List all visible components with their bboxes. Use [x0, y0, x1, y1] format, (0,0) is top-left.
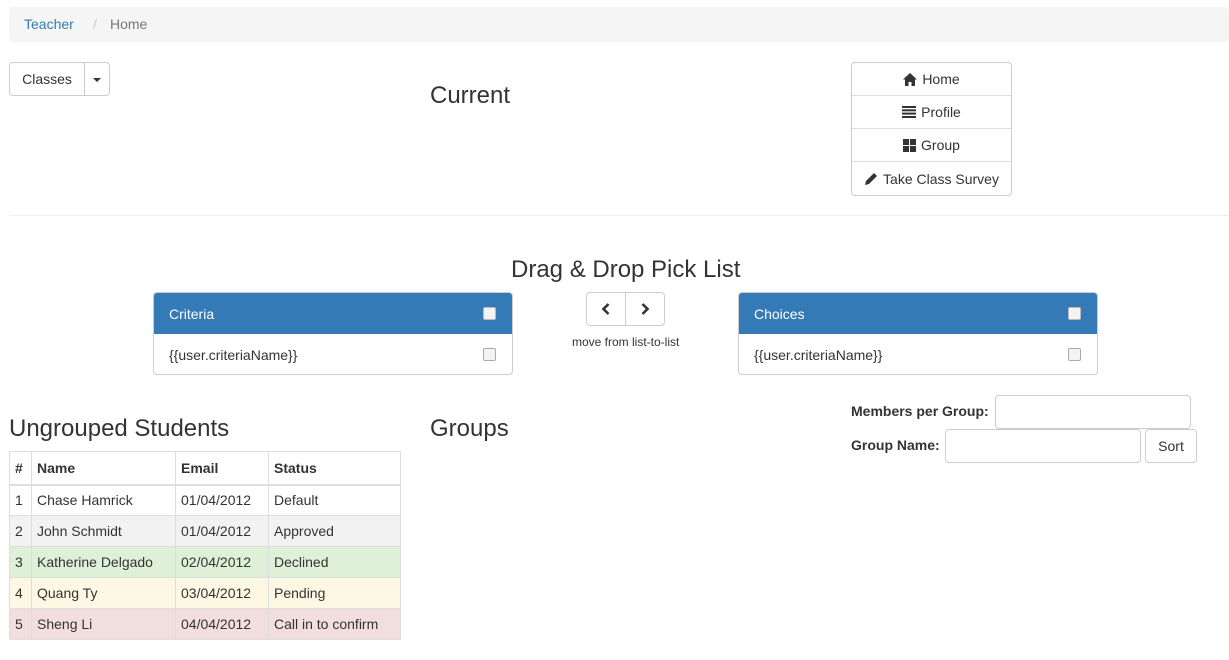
criteria-item-label: {{user.criteriaName}} — [169, 347, 298, 363]
criteria-panel: Criteria {{user.criteriaName}} — [153, 292, 513, 375]
row-status: Declined — [268, 546, 401, 578]
group-name-label: Group Name: — [851, 437, 940, 453]
row-email: 01/04/2012 — [175, 515, 269, 547]
choices-item-checkbox[interactable] — [1068, 348, 1081, 361]
ungrouped-students-table: # Name Email Status 1 Chase Hamrick 01/0… — [9, 451, 401, 640]
table-row[interactable]: 2 John Schmidt 01/04/2012 Approved — [9, 515, 401, 547]
group-name-input[interactable] — [945, 429, 1141, 463]
row-name: Chase Hamrick — [31, 484, 176, 516]
move-left-button[interactable] — [586, 292, 626, 326]
breadcrumb-current: Home — [110, 16, 148, 32]
choices-panel: Choices {{user.criteriaName}} — [738, 292, 1098, 375]
nav-item-label: Profile — [921, 104, 961, 120]
breadcrumb: Teacher / Home — [9, 7, 1229, 42]
nav-item-group[interactable]: Group — [852, 129, 1011, 162]
move-label: move from list-to-list — [572, 335, 680, 349]
nav-item-take-class-survey[interactable]: Take Class Survey — [852, 162, 1011, 195]
nav-list: Home Profile Group Take Class Survey — [851, 62, 1012, 196]
row-email: 04/04/2012 — [175, 608, 269, 640]
classes-dropdown-toggle[interactable] — [85, 62, 110, 96]
list-icon — [902, 106, 917, 118]
chevron-right-icon — [641, 303, 650, 315]
home-icon — [903, 72, 918, 86]
row-status: Default — [268, 484, 401, 516]
row-name: Katherine Delgado — [31, 546, 176, 578]
nav-item-profile[interactable]: Profile — [852, 96, 1011, 129]
chevron-left-icon — [601, 303, 610, 315]
sort-button[interactable]: Sort — [1145, 429, 1197, 463]
groups-heading: Groups — [430, 415, 509, 442]
row-status: Pending — [268, 577, 401, 609]
ungrouped-students-heading: Ungrouped Students — [9, 415, 230, 442]
breadcrumb-separator: / — [93, 16, 97, 32]
row-email: 03/04/2012 — [175, 577, 269, 609]
choices-panel-title: Choices — [754, 306, 805, 322]
choices-list-item[interactable]: {{user.criteriaName}} — [739, 334, 1097, 374]
row-name: Sheng Li — [31, 608, 176, 640]
criteria-select-all-checkbox[interactable] — [483, 307, 496, 320]
row-number: 4 — [9, 577, 32, 609]
column-header-email[interactable]: Email — [175, 451, 269, 486]
criteria-list-item[interactable]: {{user.criteriaName}} — [154, 334, 512, 374]
criteria-panel-header: Criteria — [154, 293, 512, 334]
criteria-panel-title: Criteria — [169, 306, 215, 322]
nav-item-home[interactable]: Home — [852, 63, 1011, 96]
caret-down-icon — [93, 78, 101, 82]
move-right-button[interactable] — [625, 292, 665, 326]
members-per-group-label: Members per Group: — [851, 403, 989, 419]
table-row[interactable]: 3 Katherine Delgado 02/04/2012 Declined — [9, 546, 401, 578]
row-email: 01/04/2012 — [175, 484, 269, 516]
table-row[interactable]: 5 Sheng Li 04/04/2012 Call in to confirm — [9, 608, 401, 640]
row-number: 5 — [9, 608, 32, 640]
members-per-group-input[interactable] — [995, 395, 1191, 429]
grid-icon — [903, 138, 917, 152]
criteria-item-checkbox[interactable] — [483, 348, 496, 361]
table-row[interactable]: 4 Quang Ty 03/04/2012 Pending — [9, 577, 401, 609]
column-header-number[interactable]: # — [9, 451, 32, 486]
pencil-icon — [865, 172, 878, 185]
row-name: John Schmidt — [31, 515, 176, 547]
row-number: 2 — [9, 515, 32, 547]
choices-panel-header: Choices — [739, 293, 1097, 334]
row-status: Call in to confirm — [268, 608, 401, 640]
picklist-title: Drag & Drop Pick List — [511, 256, 741, 283]
nav-item-label: Group — [921, 137, 960, 153]
classes-button[interactable]: Classes — [9, 62, 85, 96]
row-number: 1 — [9, 484, 32, 516]
row-email: 02/04/2012 — [175, 546, 269, 578]
table-row[interactable]: 1 Chase Hamrick 01/04/2012 Default — [9, 484, 401, 516]
nav-item-label: Home — [922, 71, 960, 87]
choices-item-label: {{user.criteriaName}} — [754, 347, 883, 363]
row-status: Approved — [268, 515, 401, 547]
column-header-status[interactable]: Status — [268, 451, 401, 486]
breadcrumb-teacher-link[interactable]: Teacher — [24, 16, 74, 32]
table-header-row: # Name Email Status — [9, 451, 401, 486]
choices-select-all-checkbox[interactable] — [1068, 307, 1081, 320]
classes-dropdown: Classes — [9, 62, 110, 96]
column-header-name[interactable]: Name — [31, 451, 176, 486]
divider — [9, 215, 1229, 216]
current-heading: Current — [430, 82, 511, 109]
nav-item-label: Take Class Survey — [883, 170, 999, 187]
row-name: Quang Ty — [31, 577, 176, 609]
row-number: 3 — [9, 546, 32, 578]
